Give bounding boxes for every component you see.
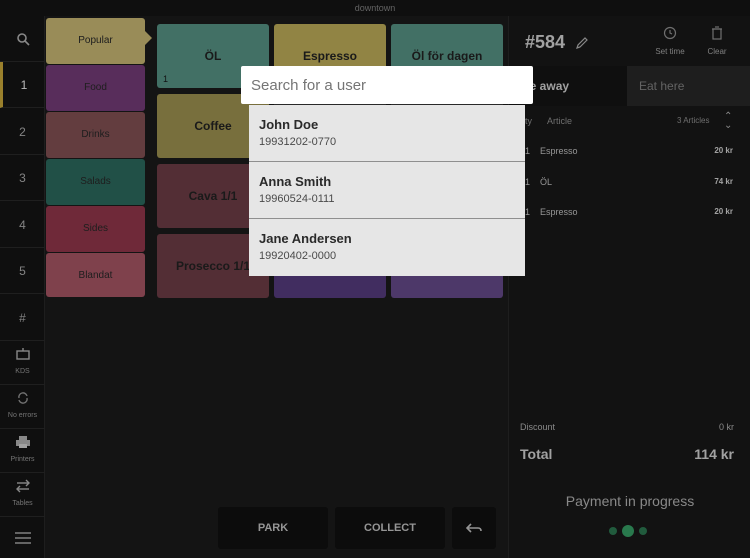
user-name: John Doe	[259, 117, 319, 132]
user-id: 19931202-0770	[259, 136, 337, 148]
user-results-list: John Doe 19931202-0770 Anna Smith 199605…	[249, 105, 525, 276]
user-search-input[interactable]	[251, 75, 521, 95]
user-name: Anna Smith	[259, 174, 332, 189]
user-result-item[interactable]: Jane Andersen 19920402-0000	[249, 219, 525, 276]
user-search-box	[241, 66, 533, 104]
user-result-item[interactable]: John Doe 19931202-0770	[249, 105, 525, 162]
user-id: 19960524-0111	[259, 193, 335, 205]
user-id: 19920402-0000	[259, 250, 337, 262]
user-name: Jane Andersen	[259, 231, 352, 246]
user-result-item[interactable]: Anna Smith 19960524-0111	[249, 162, 525, 219]
